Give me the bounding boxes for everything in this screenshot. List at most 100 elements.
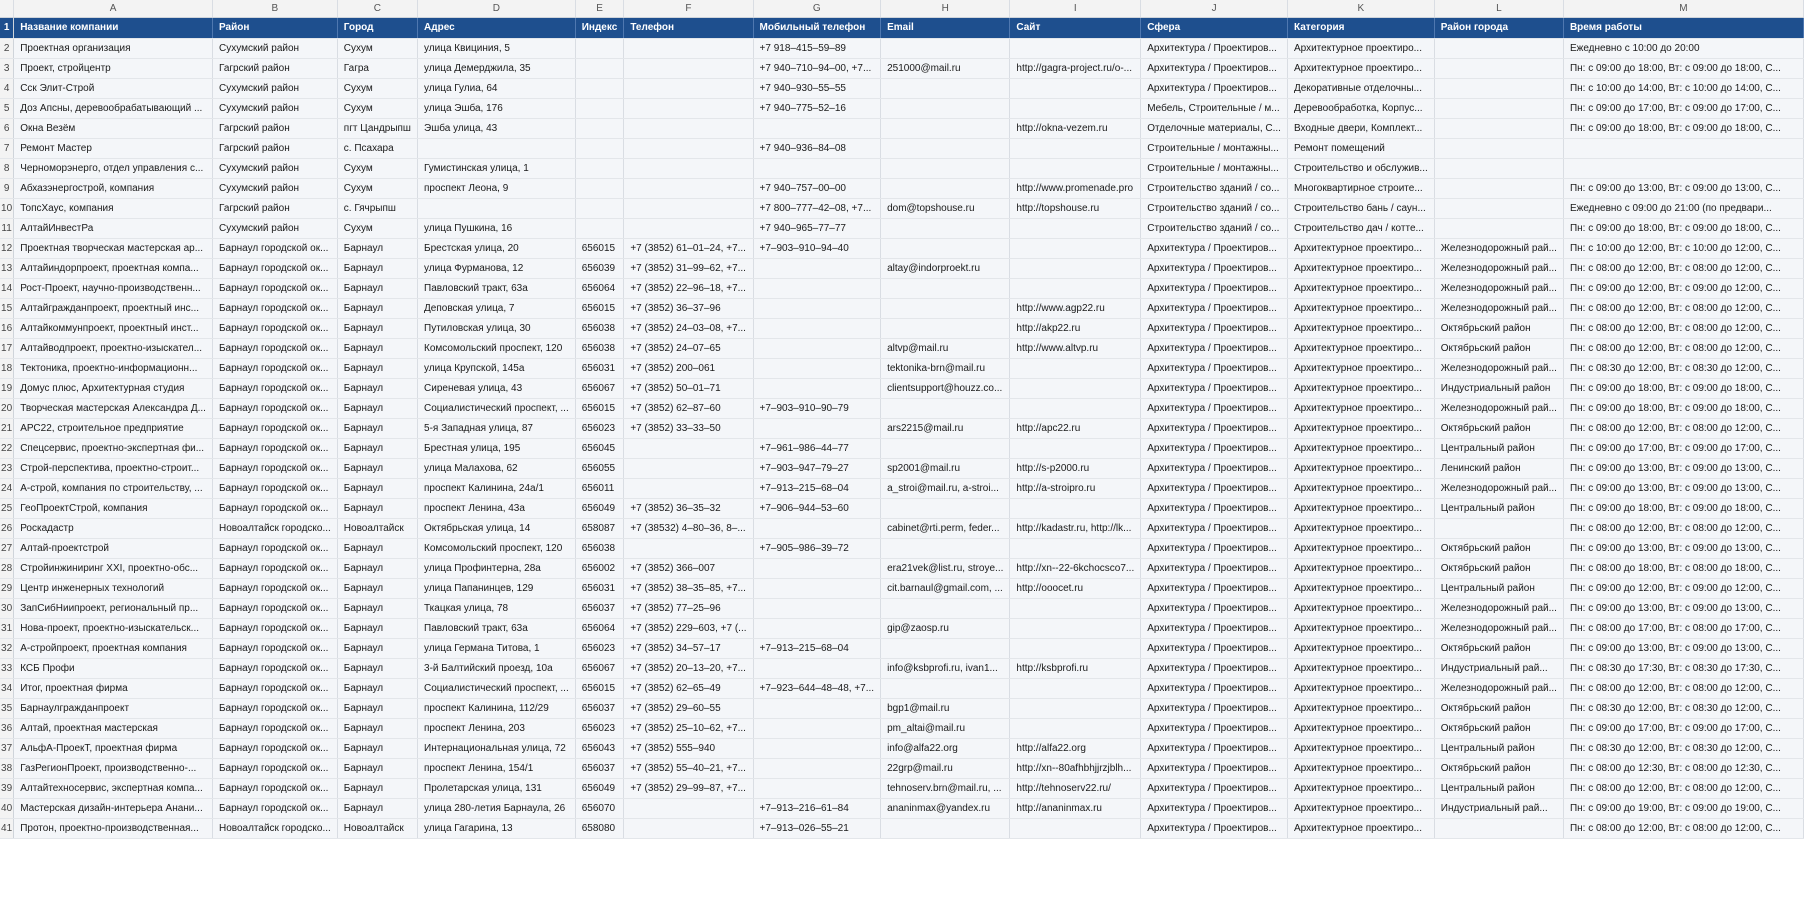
cell-d[interactable]: улица Германа Титова, 1 bbox=[417, 638, 576, 659]
cell-j[interactable]: Архитектура / Проектиров... bbox=[1140, 438, 1288, 459]
column-header-m[interactable]: M bbox=[1563, 0, 1804, 18]
cell-l[interactable] bbox=[1434, 218, 1564, 239]
cell-m[interactable]: Пн: с 08:30 до 17:30, Вт: с 08:30 до 17:… bbox=[1563, 658, 1804, 679]
column-header-h[interactable]: H bbox=[880, 0, 1011, 18]
cell-a[interactable]: АРС22, строительное предприятие bbox=[13, 418, 213, 439]
cell-j[interactable]: Архитектура / Проектиров... bbox=[1140, 318, 1288, 339]
cell-a[interactable]: Рост-Проект, научно-производственн... bbox=[13, 278, 213, 299]
cell-b[interactable]: Барнаул городской ок... bbox=[212, 358, 338, 379]
cell-j[interactable]: Архитектура / Проектиров... bbox=[1140, 578, 1288, 599]
cell-c[interactable]: Барнаул bbox=[337, 758, 419, 779]
cell-k[interactable]: Архитектурное проектиро... bbox=[1287, 758, 1435, 779]
row-number[interactable]: 21 bbox=[0, 418, 15, 439]
cell-g[interactable] bbox=[753, 738, 882, 759]
cell-k[interactable]: Архитектурное проектиро... bbox=[1287, 638, 1435, 659]
cell-j[interactable]: Строительство зданий / со... bbox=[1140, 218, 1288, 239]
column-header-f[interactable]: F bbox=[623, 0, 754, 18]
cell-k[interactable]: Архитектурное проектиро... bbox=[1287, 258, 1435, 279]
cell-d[interactable]: Деповская улица, 7 bbox=[417, 298, 576, 319]
cell-e[interactable]: 656038 bbox=[575, 338, 625, 359]
cell-i[interactable] bbox=[1009, 218, 1142, 239]
cell-d[interactable]: проспект Калинина, 24а/1 bbox=[417, 478, 576, 499]
row-number[interactable]: 31 bbox=[0, 618, 15, 639]
cell-j[interactable]: Архитектура / Проектиров... bbox=[1140, 638, 1288, 659]
cell-e[interactable] bbox=[575, 118, 625, 139]
cell-c[interactable]: Барнаул bbox=[337, 338, 419, 359]
cell-h[interactable]: altvp@mail.ru bbox=[880, 338, 1011, 359]
cell-c[interactable]: Сухум bbox=[337, 38, 419, 59]
cell-b[interactable]: Барнаул городской ок... bbox=[212, 778, 338, 799]
cell-a[interactable]: А-строй, компания по строительству, ... bbox=[13, 478, 213, 499]
cell-c[interactable]: Сухум bbox=[337, 218, 419, 239]
cell-g[interactable]: +7‒903‒910‒94‒40 bbox=[753, 238, 882, 259]
cell-h[interactable]: pm_altai@mail.ru bbox=[880, 718, 1011, 739]
cell-b[interactable]: Барнаул городской ок... bbox=[212, 438, 338, 459]
cell-k[interactable]: Строительство бань / саун... bbox=[1287, 198, 1435, 219]
cell-l[interactable]: Центральный район bbox=[1434, 498, 1564, 519]
cell-b[interactable]: Барнаул городской ок... bbox=[212, 638, 338, 659]
cell-f[interactable]: +7 (3852) 36‒37‒96 bbox=[623, 298, 754, 319]
column-header-b[interactable]: B bbox=[212, 0, 338, 18]
cell-l[interactable] bbox=[1434, 118, 1564, 139]
cell-j[interactable]: Архитектура / Проектиров... bbox=[1140, 538, 1288, 559]
cell-c[interactable]: Барнаул bbox=[337, 538, 419, 559]
cell-f[interactable]: +7 (3852) 38‒35‒85, +7... bbox=[623, 578, 754, 599]
cell-m[interactable]: Пн: с 09:00 до 13:00, Вт: с 09:00 до 13:… bbox=[1563, 478, 1804, 499]
cell-e[interactable]: 656023 bbox=[575, 638, 625, 659]
cell-f[interactable]: +7 (3852) 50‒01‒71 bbox=[623, 378, 754, 399]
cell-e[interactable] bbox=[575, 218, 625, 239]
cell-h[interactable]: gip@zaosp.ru bbox=[880, 618, 1011, 639]
cell-m[interactable]: Пн: с 08:00 до 12:00, Вт: с 08:00 до 12:… bbox=[1563, 678, 1804, 699]
cell-i[interactable]: http://tehnoserv22.ru/ bbox=[1009, 778, 1142, 799]
cell-a[interactable]: Итог, проектная фирма bbox=[13, 678, 213, 699]
cell-k[interactable]: Ремонт помещений bbox=[1287, 138, 1435, 159]
cell-d[interactable]: проспект Ленина, 43а bbox=[417, 498, 576, 519]
cell-b[interactable]: Барнаул городской ок... bbox=[212, 398, 338, 419]
cell-k[interactable]: Архитектурное проектиро... bbox=[1287, 658, 1435, 679]
cell-g[interactable]: +7‒961‒986‒44‒77 bbox=[753, 438, 882, 459]
cell-b[interactable]: Барнаул городской ок... bbox=[212, 338, 338, 359]
cell-k[interactable]: Архитектурное проектиро... bbox=[1287, 618, 1435, 639]
row-number[interactable]: 38 bbox=[0, 758, 15, 779]
cell-g[interactable]: +7‒903‒947‒79‒27 bbox=[753, 458, 882, 479]
cell-e[interactable]: 658087 bbox=[575, 518, 625, 539]
cell-f[interactable]: +7 (3852) 62‒87‒60 bbox=[623, 398, 754, 419]
cell-k[interactable]: Архитектурное проектиро... bbox=[1287, 718, 1435, 739]
cell-l[interactable]: Железнодорожный рай... bbox=[1434, 358, 1564, 379]
cell-m[interactable]: Пн: с 09:00 до 18:00, Вт: с 09:00 до 18:… bbox=[1563, 218, 1804, 239]
cell-e[interactable] bbox=[575, 198, 625, 219]
row-number[interactable]: 26 bbox=[0, 518, 15, 539]
cell-m[interactable]: Пн: с 08:00 до 12:00, Вт: с 08:00 до 12:… bbox=[1563, 418, 1804, 439]
cell-l[interactable]: Октябрьский район bbox=[1434, 318, 1564, 339]
cell-c[interactable]: Барнаул bbox=[337, 318, 419, 339]
cell-f[interactable] bbox=[623, 458, 754, 479]
cell-d[interactable]: улица Гагарина, 13 bbox=[417, 818, 576, 839]
cell-g[interactable]: +7‒913‒026‒55‒21 bbox=[753, 818, 882, 839]
row-number[interactable]: 9 bbox=[0, 178, 15, 199]
cell-h[interactable] bbox=[880, 298, 1011, 319]
row-number[interactable]: 36 bbox=[0, 718, 15, 739]
header-cell[interactable]: Время работы bbox=[1563, 17, 1804, 39]
cell-d[interactable]: Ткацкая улица, 78 bbox=[417, 598, 576, 619]
cell-c[interactable]: Барнаул bbox=[337, 498, 419, 519]
cell-j[interactable]: Архитектура / Проектиров... bbox=[1140, 38, 1288, 59]
cell-i[interactable]: http://www.agp22.ru bbox=[1009, 298, 1142, 319]
cell-e[interactable] bbox=[575, 138, 625, 159]
cell-k[interactable]: Строительство дач / котте... bbox=[1287, 218, 1435, 239]
cell-b[interactable]: Барнаул городской ок... bbox=[212, 718, 338, 739]
cell-d[interactable]: Комсомольский проспект, 120 bbox=[417, 538, 576, 559]
cell-l[interactable] bbox=[1434, 138, 1564, 159]
cell-h[interactable] bbox=[880, 818, 1011, 839]
cell-c[interactable]: Барнаул bbox=[337, 638, 419, 659]
cell-e[interactable] bbox=[575, 178, 625, 199]
cell-c[interactable]: Сухум bbox=[337, 78, 419, 99]
row-number[interactable]: 11 bbox=[0, 218, 15, 239]
cell-l[interactable]: Железнодорожный рай... bbox=[1434, 398, 1564, 419]
cell-h[interactable] bbox=[880, 178, 1011, 199]
cell-b[interactable]: Новоалтайск городско... bbox=[212, 518, 338, 539]
cell-d[interactable]: улица Малахова, 62 bbox=[417, 458, 576, 479]
row-number[interactable]: 16 bbox=[0, 318, 15, 339]
cell-a[interactable]: Роскадастр bbox=[13, 518, 213, 539]
cell-j[interactable]: Строительные / монтажны... bbox=[1140, 158, 1288, 179]
cell-k[interactable]: Архитектурное проектиро... bbox=[1287, 578, 1435, 599]
